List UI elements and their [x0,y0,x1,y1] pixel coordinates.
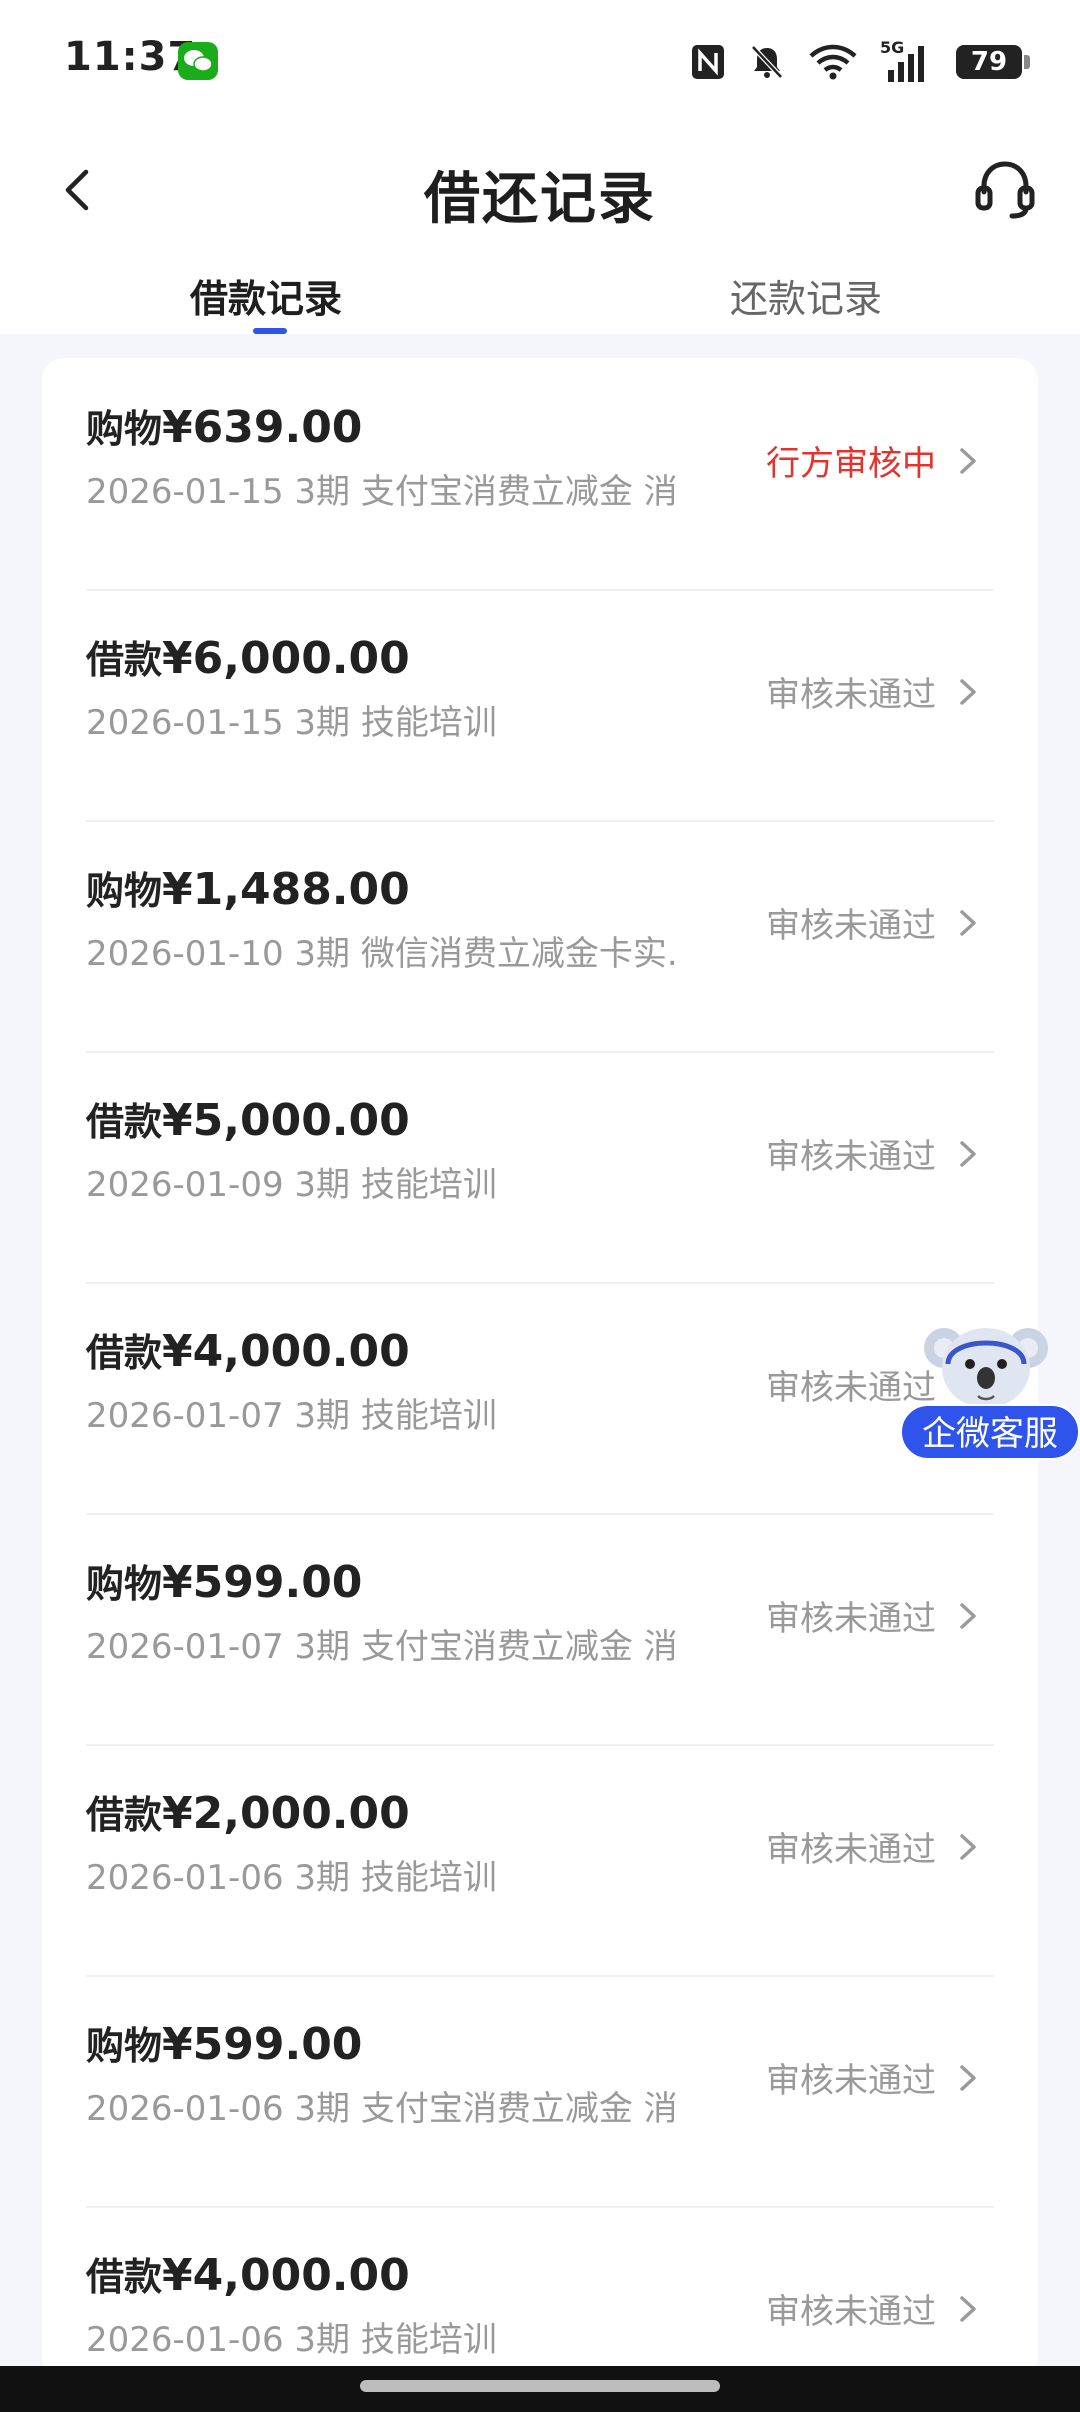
record-type: 借款 [86,1793,163,1837]
record-amount: 购物¥599.00 [86,1553,362,1608]
wecom-service-float[interactable]: 企微客服 [900,1312,1080,1462]
record-meta: 2026-01-15 3期 技能培训 [86,703,497,743]
chevron-right-icon [960,2296,976,2322]
home-indicator[interactable] [360,2380,720,2392]
record-amount: 购物¥1,488.00 [86,860,410,915]
record-meta: 2026-01-06 3期 支付宝消费立减金 消... [86,2089,676,2129]
system-nav-bar [0,2366,1080,2412]
record-status: 审核未通过 [766,2061,936,2101]
record-amount-value: ¥599.00 [162,2019,363,2070]
record-status: 审核未通过 [766,675,936,715]
status-icons: 5G 79 [690,38,1030,86]
record-amount-value: ¥6,000.00 [162,633,410,684]
record-amount: 借款¥4,000.00 [86,1322,410,1377]
tab-repay-records[interactable]: 还款记录 [730,268,882,323]
record-row[interactable]: 购物¥639.00 2026-01-15 3期 支付宝消费立减金 消... 行方审核… [86,358,994,591]
wecom-service-label: 企微客服 [900,1404,1080,1460]
page-title: 借还记录 [424,167,656,232]
record-status: 行方审核中 [766,444,936,484]
record-amount-value: ¥2,000.00 [162,1788,410,1839]
headset-icon [975,161,1035,219]
record-row[interactable]: 借款¥4,000.00 2026-01-07 3期 技能培训 审核未通过 [86,1282,994,1515]
record-amount: 借款¥6,000.00 [86,629,410,684]
record-amount-value: ¥4,000.00 [162,1326,410,1377]
wifi-icon [809,44,857,80]
top-header: 借还记录 [0,124,1080,254]
customer-service-button[interactable] [970,154,1040,224]
record-status: 审核未通过 [766,906,936,946]
record-amount-value: ¥4,000.00 [162,2250,410,2301]
record-amount: 借款¥2,000.00 [86,1784,410,1839]
record-row[interactable]: 借款¥4,000.00 2026-01-06 3期 技能培训 审核未通过 [86,2206,994,2378]
record-amount: 借款¥5,000.00 [86,1091,410,1146]
record-amount-value: ¥639.00 [162,402,363,453]
record-row[interactable]: 借款¥5,000.00 2026-01-09 3期 技能培训 审核未通过 [86,1051,994,1284]
record-row[interactable]: 购物¥599.00 2026-01-07 3期 支付宝消费立减金 消... 审核未通… [86,1513,994,1746]
record-type: 借款 [86,1331,163,1375]
record-meta: 2026-01-15 3期 支付宝消费立减金 消... [86,472,676,512]
record-amount-value: ¥1,488.00 [162,864,410,915]
record-amount: 购物¥639.00 [86,398,362,453]
record-amount: 借款¥4,000.00 [86,2246,410,2301]
record-tabs: 借款记录 还款记录 [0,254,1080,334]
record-meta: 2026-01-06 3期 技能培训 [86,1858,497,1898]
record-type: 购物 [86,407,163,451]
status-time: 11:37 [64,34,197,80]
record-status: 审核未通过 [766,1137,936,1177]
record-meta: 2026-01-06 3期 技能培训 [86,2320,497,2360]
battery-indicator: 79 [956,45,1030,79]
record-row[interactable]: 购物¥1,488.00 2026-01-10 3期 微信消费立减金卡实... 审核未… [86,820,994,1053]
record-type: 购物 [86,1562,163,1606]
wechat-notification-icon [178,42,218,80]
chevron-right-icon [960,910,976,936]
chevron-right-icon [960,2065,976,2091]
records-list: 购物¥639.00 2026-01-15 3期 支付宝消费立减金 消... 行方审核… [42,358,1038,2378]
tab-borrow-records[interactable]: 借款记录 [190,268,342,323]
chevron-right-icon [960,1141,976,1167]
chevron-right-icon [960,448,976,474]
record-meta: 2026-01-10 3期 微信消费立减金卡实... [86,934,676,974]
record-meta: 2026-01-07 3期 技能培训 [86,1396,497,1436]
record-type: 借款 [86,638,163,682]
record-amount-value: ¥599.00 [162,1557,363,1608]
record-row[interactable]: 借款¥6,000.00 2026-01-15 3期 技能培训 审核未通过 [86,589,994,822]
chevron-right-icon [960,1603,976,1629]
record-row[interactable]: 借款¥2,000.00 2026-01-06 3期 技能培训 审核未通过 [86,1744,994,1977]
record-status: 审核未通过 [766,1830,936,1870]
signal-5g-icon: 5G [880,38,934,84]
mute-bell-icon [751,45,783,79]
record-type: 借款 [86,1100,163,1144]
record-status: 审核未通过 [766,1599,936,1639]
record-type: 借款 [86,2255,163,2299]
record-status: 审核未通过 [766,2292,936,2332]
status-bar: 11:37 5G 79 [0,0,1080,124]
record-amount-value: ¥5,000.00 [162,1095,410,1146]
chevron-right-icon [960,1834,976,1860]
record-type: 购物 [86,2024,163,2068]
record-meta: 2026-01-09 3期 技能培训 [86,1165,497,1205]
record-meta: 2026-01-07 3期 支付宝消费立减金 消... [86,1627,676,1667]
record-row[interactable]: 购物¥599.00 2026-01-06 3期 支付宝消费立减金 消... 审核未通… [86,1975,994,2208]
record-amount: 购物¥599.00 [86,2015,362,2070]
chevron-right-icon [960,679,976,705]
record-type: 购物 [86,869,163,913]
nfc-icon [692,45,724,79]
